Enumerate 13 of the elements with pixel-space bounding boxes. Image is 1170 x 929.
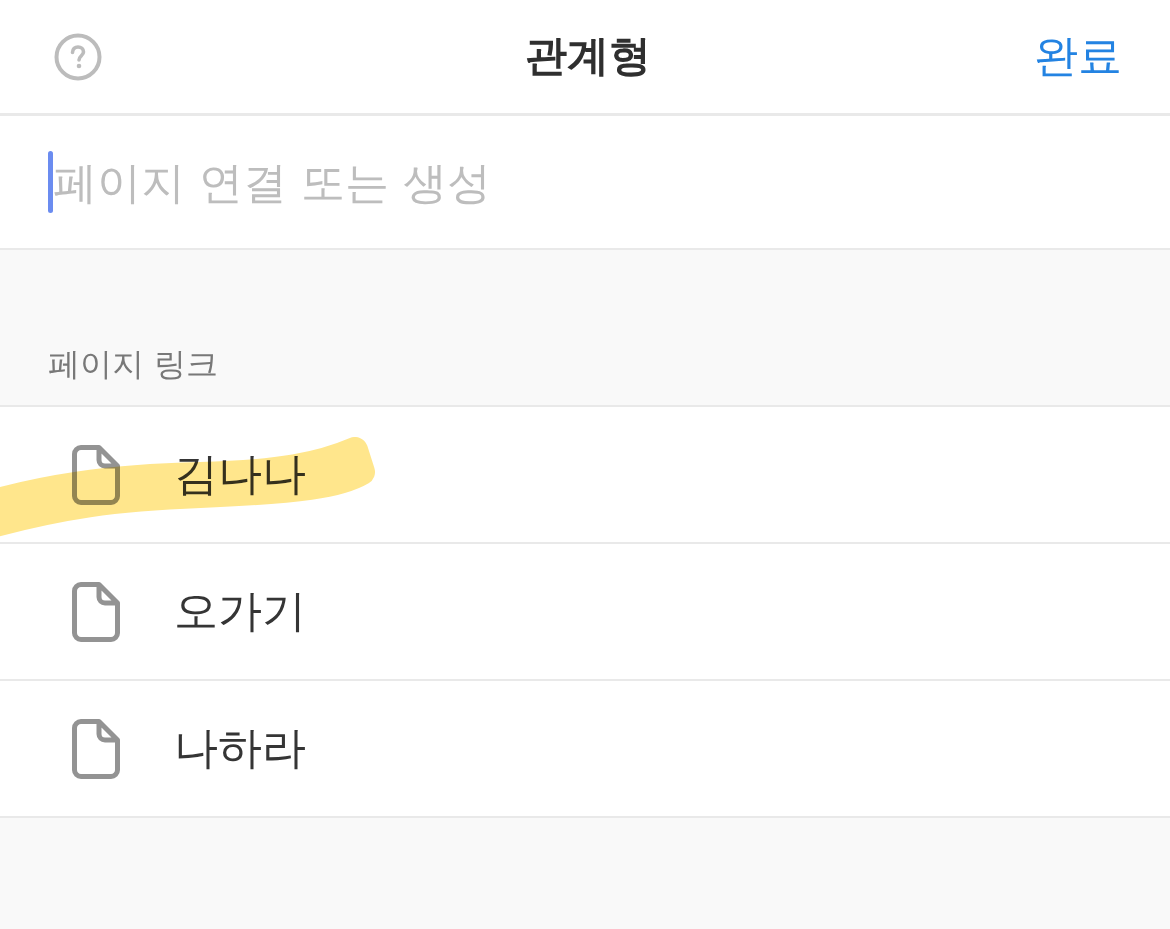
section-heading: 페이지 링크: [48, 344, 219, 383]
page-title-text: 오가기: [174, 585, 306, 638]
page-list-item[interactable]: 나하라: [0, 681, 1170, 818]
done-button[interactable]: 완료: [1034, 30, 1122, 83]
page-search-field[interactable]: 페이지 연결 또는 생성: [0, 116, 1170, 250]
page-list-item[interactable]: 오가기: [0, 544, 1170, 681]
page-title-text: 나하라: [174, 722, 306, 775]
document-icon: [72, 718, 120, 779]
page-title-text: 김나나: [174, 448, 306, 501]
page-title: 관계형: [525, 31, 651, 82]
help-icon[interactable]: [54, 32, 102, 81]
page-list-item[interactable]: 김나나: [0, 407, 1170, 544]
document-icon: [72, 581, 120, 642]
